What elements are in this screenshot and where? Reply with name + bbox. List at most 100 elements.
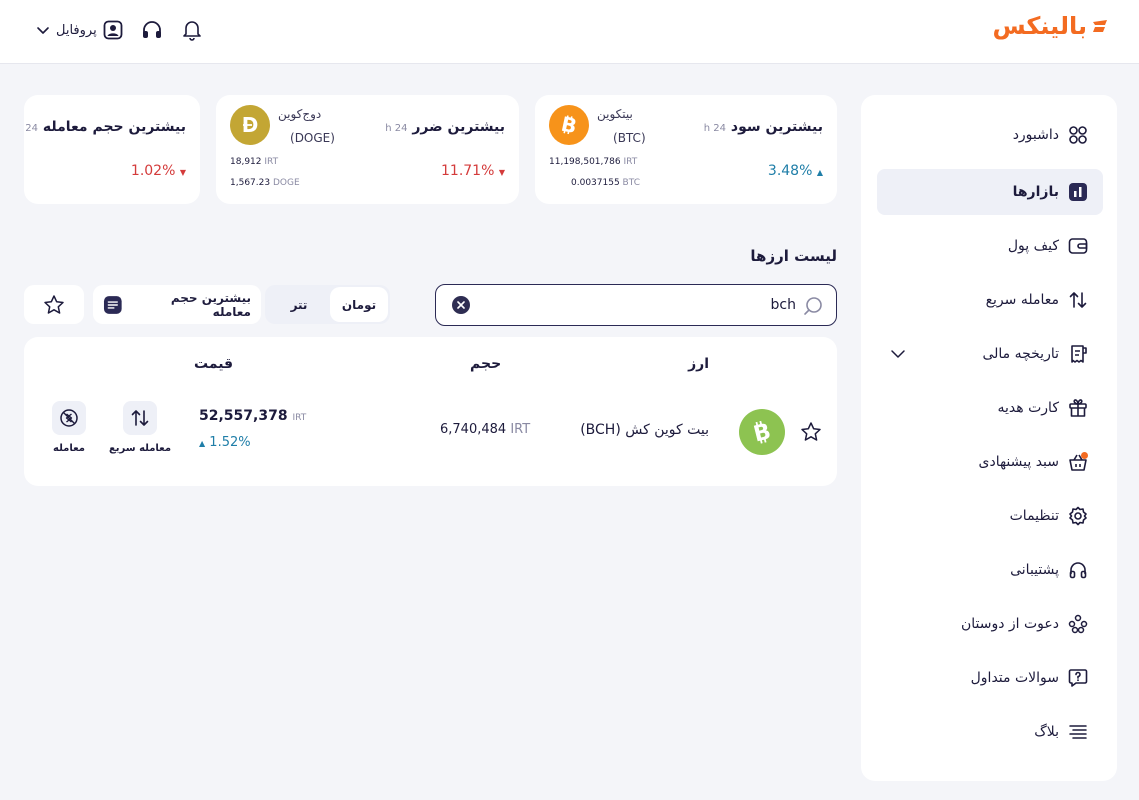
svg-text:B: B — [751, 419, 773, 446]
action-label: معامله سریع — [108, 443, 172, 454]
coin-amount-value: 1,567.23 DOGE — [230, 178, 300, 188]
top-loss-card[interactable]: بیشترین ضرر 24 h ▼ 11.71% D دوج‌کوین (DO… — [216, 95, 519, 204]
notifications-button[interactable] — [181, 19, 203, 41]
sidebar-item-label: بلاگ — [1034, 724, 1059, 740]
sidebar-item-label: سبد پیشنهادی — [978, 454, 1060, 470]
currency-toman-button[interactable]: تومان — [330, 287, 388, 322]
sidebar-item-markets[interactable]: بازارها — [877, 169, 1103, 215]
search-box[interactable] — [435, 284, 837, 326]
favorites-filter-button[interactable] — [24, 285, 84, 324]
quick-trade-button[interactable]: معامله سریع — [108, 401, 172, 454]
sidebar-item-support[interactable]: پشتیبانی — [877, 547, 1103, 593]
sidebar-item-suggested-basket[interactable]: سبد پیشنهادی — [877, 439, 1103, 485]
coin-amount-value: 0.0037155 BTC — [571, 178, 640, 188]
currency-tether-button[interactable]: تتر — [270, 287, 328, 322]
stat-period: 24 h — [703, 123, 727, 134]
stat-change: ▼ 11.71% — [441, 163, 505, 179]
notification-badge — [1081, 452, 1088, 459]
asset-price: 52,557,378 IRT — [199, 408, 307, 424]
top-actions: پروفایل — [36, 18, 203, 42]
support-button[interactable] — [141, 19, 163, 41]
action-label: معامله — [53, 443, 85, 454]
wallet-icon — [1067, 235, 1089, 257]
logo-text: بالینکس — [992, 12, 1088, 40]
sidebar-item-quick-trade[interactable]: معامله سریع — [877, 277, 1103, 323]
logo-mark-icon — [1093, 20, 1107, 32]
chevron-down-icon — [37, 27, 49, 34]
sidebar-item-label: پشتیبانی — [1010, 562, 1059, 578]
stat-change: ▼ 1.02% — [130, 163, 186, 179]
profile-label: پروفایل — [56, 22, 97, 38]
receipt-icon — [1067, 343, 1089, 365]
clear-search-icon[interactable] — [452, 296, 470, 314]
bitcoin-logo-icon: B — [549, 105, 589, 145]
trade-button[interactable]: معامله — [39, 401, 99, 454]
user-avatar-icon — [103, 20, 123, 40]
sort-button[interactable]: بیشترین حجم معامله — [93, 285, 261, 324]
asset-volume: 6,740,484 IRT — [440, 422, 531, 437]
star-icon[interactable] — [800, 421, 822, 443]
asset-name: بیت کوین کش (BCH) — [580, 422, 709, 438]
sidebar-item-label: تاریخچه مالی — [982, 346, 1059, 362]
star-icon — [44, 294, 64, 314]
sort-label: بیشترین حجم معامله — [170, 290, 251, 319]
chevron-down-icon[interactable] — [889, 345, 907, 363]
stat-title: بیشترین حجم معامله 24 h — [24, 119, 186, 135]
sidebar-item-wallet[interactable]: کیف پول — [877, 223, 1103, 269]
sidebar-item-label: داشبورد — [1012, 127, 1059, 143]
swap-arrows-icon — [131, 410, 149, 426]
sidebar-item-label: دعوت از دوستان — [960, 616, 1059, 632]
trade-disabled-icon — [60, 409, 78, 427]
bell-icon — [182, 21, 201, 41]
blog-icon — [1067, 721, 1089, 743]
faq-icon — [1067, 667, 1089, 689]
headset-icon — [1067, 559, 1089, 581]
column-header-volume: حجم — [470, 356, 502, 372]
coin-name: دوج‌کوین — [278, 107, 322, 121]
search-input[interactable] — [496, 295, 796, 315]
top-volume-card[interactable]: بیشترین حجم معامله 24 h ▼ 1.02% — [24, 95, 200, 204]
sidebar-item-financial-history[interactable]: تاریخچه مالی — [877, 331, 1103, 377]
top-gain-card[interactable]: بیشترین سود 24 h ▲ 3.48% B بیتکوین (BTC)… — [535, 95, 837, 204]
gift-icon — [1067, 397, 1089, 419]
asset-change: ▲ 1.52% — [199, 435, 251, 450]
arrow-up-icon: ▲ — [199, 439, 206, 448]
sidebar-item-settings[interactable]: تنظیمات — [877, 493, 1103, 539]
headset-icon — [142, 21, 161, 38]
sidebar-item-label: معامله سریع — [985, 292, 1059, 308]
arrow-down-icon: ▼ — [498, 168, 505, 177]
stat-change: ▲ 3.48% — [767, 163, 823, 179]
coin-symbol: (BTC) — [613, 131, 646, 145]
coin-name: بیتکوین — [597, 107, 633, 121]
sidebar-item-invite-friends[interactable]: دعوت از دوستان — [877, 601, 1103, 647]
gear-icon — [1067, 505, 1089, 527]
sidebar-item-blog[interactable]: بلاگ — [877, 709, 1103, 755]
sidebar-item-label: کیف پول — [1007, 238, 1059, 254]
sidebar-item-dashboard[interactable]: داشبورد — [877, 112, 1103, 158]
swap-arrows-icon — [1067, 289, 1089, 311]
profile-button[interactable]: پروفایل — [36, 20, 123, 40]
column-header-asset: ارز — [688, 356, 709, 372]
dogecoin-logo-icon: D — [230, 105, 270, 145]
sidebar: داشبورد بازارها کیف پول معامله سریع تاری… — [861, 95, 1117, 781]
arrow-down-icon: ▼ — [179, 168, 186, 177]
sidebar-item-label: کارت هدیه — [997, 400, 1059, 416]
coin-irt-value: 18,912 IRT — [230, 157, 279, 167]
stat-period: 24 h — [24, 123, 39, 134]
sort-icon — [103, 295, 122, 314]
basket-icon — [1067, 451, 1089, 473]
stat-title: بیشترین ضرر 24 h — [385, 119, 505, 135]
sidebar-item-label: تنظیمات — [1009, 508, 1059, 524]
column-header-price: قیمت — [194, 356, 234, 372]
stat-title: بیشترین سود 24 h — [703, 119, 823, 135]
dashboard-icon — [1067, 124, 1089, 146]
sidebar-item-faq[interactable]: سوالات متداول — [877, 655, 1103, 701]
sidebar-item-gift-card[interactable]: کارت هدیه — [877, 385, 1103, 431]
markets-icon — [1067, 181, 1089, 203]
sidebar-item-label: بازارها — [1012, 184, 1059, 200]
bitcoin-cash-logo-icon: B — [739, 409, 785, 455]
invite-friends-icon — [1067, 613, 1089, 635]
search-icon — [804, 297, 822, 315]
arrow-up-icon: ▲ — [816, 168, 823, 177]
brand-logo[interactable]: بالینکس — [992, 12, 1109, 40]
